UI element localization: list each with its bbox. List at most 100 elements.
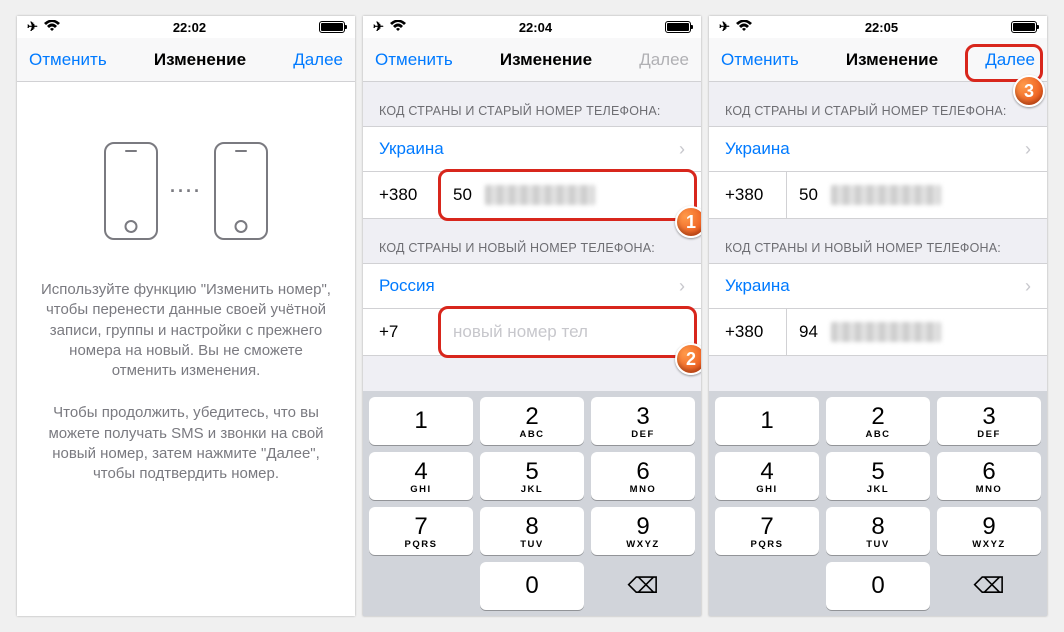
form-content: КОД СТРАНЫ И СТАРЫЙ НОМЕР ТЕЛЕФОНА: Укра… — [709, 82, 1047, 616]
old-country-row[interactable]: Украина › — [363, 126, 701, 172]
intro-content: ···· Используйте функцию "Изменить номер… — [17, 82, 355, 616]
old-country-row[interactable]: Украина › — [709, 126, 1047, 172]
intro-text-2: Чтобы продолжить, убедитесь, что вы може… — [41, 403, 331, 484]
next-button[interactable]: Далее — [985, 50, 1035, 69]
screen-3: ✈ 22:05 Отменить Изменение Далее 3 КОД С… — [709, 16, 1047, 616]
old-number-row: +380 50 1 — [363, 172, 701, 219]
keypad-1[interactable]: 1 — [369, 397, 473, 445]
wifi-icon — [390, 20, 406, 35]
screen-2: ✈ 22:04 Отменить Изменение Далее КОД СТР… — [363, 16, 701, 616]
keypad-7[interactable]: 7PQRS — [715, 507, 819, 555]
keypad-7[interactable]: 7PQRS — [369, 507, 473, 555]
battery-icon — [1011, 21, 1037, 33]
new-dial-code[interactable]: +380 — [709, 309, 787, 355]
keypad-4[interactable]: 4GHI — [715, 452, 819, 500]
new-number-input[interactable]: 94 — [787, 309, 1047, 355]
new-country-row[interactable]: Украина › — [709, 263, 1047, 309]
keypad-3[interactable]: 3DEF — [937, 397, 1041, 445]
old-dial-code[interactable]: +380 — [709, 172, 787, 218]
airplane-icon: ✈ — [373, 19, 384, 35]
new-number-placeholder: новый номер тел — [453, 322, 588, 342]
next-button[interactable]: Далее — [639, 50, 689, 70]
status-time: 22:04 — [519, 20, 552, 35]
new-number-prefix: 94 — [799, 322, 818, 342]
nav-bar: Отменить Изменение Далее — [363, 38, 701, 82]
keypad-6[interactable]: 6MNO — [937, 452, 1041, 500]
phone-icon — [104, 142, 158, 240]
nav-bar: Отменить Изменение Далее — [17, 38, 355, 82]
keypad-9[interactable]: 9WXYZ — [591, 507, 695, 555]
status-time: 22:05 — [865, 20, 898, 35]
callout-3: 3 — [1013, 75, 1045, 107]
nav-title: Изменение — [846, 50, 938, 70]
status-bar: ✈ 22:05 — [709, 16, 1047, 38]
keypad-1[interactable]: 1 — [715, 397, 819, 445]
keypad-delete[interactable]: ⌫ — [937, 562, 1041, 610]
numeric-keypad: 12ABC3DEF 4GHI5JKL6MNO 7PQRS8TUV9WXYZ0⌫ — [363, 391, 701, 616]
cancel-button[interactable]: Отменить — [375, 50, 453, 70]
old-number-label: КОД СТРАНЫ И СТАРЫЙ НОМЕР ТЕЛЕФОНА: — [709, 82, 1047, 126]
new-country-name: Украина — [725, 276, 790, 296]
chevron-right-icon: › — [1025, 276, 1031, 297]
new-number-row: +7 новый номер тел 2 — [363, 309, 701, 356]
new-number-row: +380 94 — [709, 309, 1047, 356]
new-country-name: Россия — [379, 276, 435, 296]
keypad-0[interactable]: 0 — [480, 562, 584, 610]
old-number-input[interactable]: 50 — [441, 172, 701, 218]
old-dial-code[interactable]: +380 — [363, 172, 441, 218]
keypad-0[interactable]: 0 — [826, 562, 930, 610]
transfer-illustration: ···· — [104, 142, 268, 240]
status-time: 22:02 — [173, 20, 206, 35]
next-button[interactable]: Далее — [293, 50, 343, 70]
wifi-icon — [736, 20, 752, 35]
old-country-name: Украина — [379, 139, 444, 159]
battery-icon — [665, 21, 691, 33]
old-country-name: Украина — [725, 139, 790, 159]
screen-1: ✈ 22:02 Отменить Изменение Далее ···· — [17, 16, 355, 616]
keypad-8[interactable]: 8TUV — [826, 507, 930, 555]
keypad-5[interactable]: 5JKL — [480, 452, 584, 500]
chevron-right-icon: › — [1025, 139, 1031, 160]
new-country-row[interactable]: Россия › — [363, 263, 701, 309]
chevron-right-icon: › — [679, 276, 685, 297]
wifi-icon — [44, 20, 60, 35]
keypad-4[interactable]: 4GHI — [369, 452, 473, 500]
nav-title: Изменение — [154, 50, 246, 70]
keypad-8[interactable]: 8TUV — [480, 507, 584, 555]
keypad-2[interactable]: 2ABC — [480, 397, 584, 445]
nav-title: Изменение — [500, 50, 592, 70]
keypad-9[interactable]: 9WXYZ — [937, 507, 1041, 555]
keypad-2[interactable]: 2ABC — [826, 397, 930, 445]
keypad-5[interactable]: 5JKL — [826, 452, 930, 500]
form-content: КОД СТРАНЫ И СТАРЫЙ НОМЕР ТЕЛЕФОНА: Укра… — [363, 82, 701, 616]
new-dial-code[interactable]: +7 — [363, 309, 441, 355]
cancel-button[interactable]: Отменить — [721, 50, 799, 70]
cancel-button[interactable]: Отменить — [29, 50, 107, 70]
nav-bar: Отменить Изменение Далее 3 — [709, 38, 1047, 82]
callout-2: 2 — [675, 343, 701, 375]
keypad-3[interactable]: 3DEF — [591, 397, 695, 445]
dots-icon: ···· — [170, 179, 202, 203]
new-number-label: КОД СТРАНЫ И НОВЫЙ НОМЕР ТЕЛЕФОНА: — [363, 219, 701, 263]
airplane-icon: ✈ — [27, 19, 38, 35]
old-number-prefix: 50 — [453, 185, 472, 205]
new-number-label: КОД СТРАНЫ И НОВЫЙ НОМЕР ТЕЛЕФОНА: — [709, 219, 1047, 263]
old-number-input[interactable]: 50 — [787, 172, 1047, 218]
callout-1: 1 — [675, 206, 701, 238]
battery-icon — [319, 21, 345, 33]
intro-text-1: Используйте функцию "Изменить номер", чт… — [41, 280, 331, 381]
numeric-keypad: 12ABC3DEF 4GHI5JKL6MNO 7PQRS8TUV9WXYZ0⌫ — [709, 391, 1047, 616]
new-number-input[interactable]: новый номер тел — [441, 309, 701, 355]
keypad-delete[interactable]: ⌫ — [591, 562, 695, 610]
redacted-number — [831, 185, 941, 205]
old-number-label: КОД СТРАНЫ И СТАРЫЙ НОМЕР ТЕЛЕФОНА: — [363, 82, 701, 126]
status-bar: ✈ 22:04 — [363, 16, 701, 38]
redacted-number — [831, 322, 941, 342]
redacted-number — [485, 185, 595, 205]
phone-icon — [214, 142, 268, 240]
airplane-icon: ✈ — [719, 19, 730, 35]
chevron-right-icon: › — [679, 139, 685, 160]
old-number-row: +380 50 — [709, 172, 1047, 219]
status-bar: ✈ 22:02 — [17, 16, 355, 38]
keypad-6[interactable]: 6MNO — [591, 452, 695, 500]
